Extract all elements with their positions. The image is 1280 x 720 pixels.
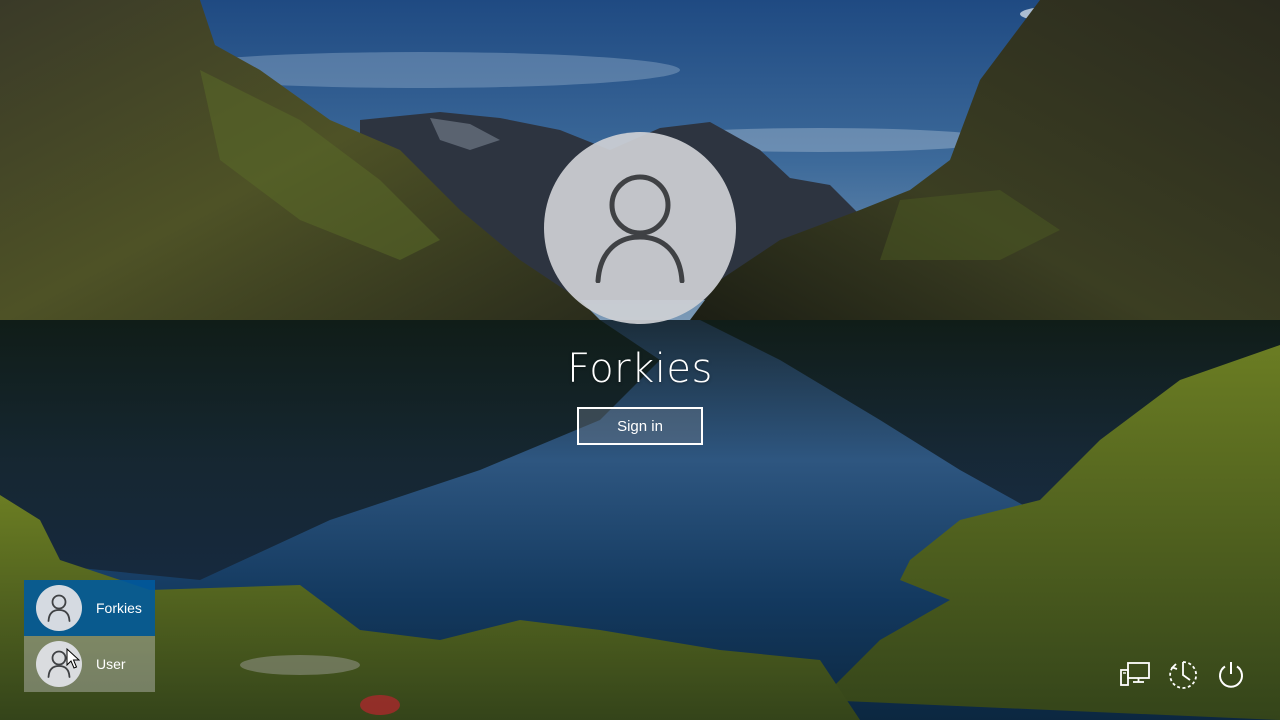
user-avatar-small — [36, 585, 82, 631]
ease-of-access-button[interactable] — [1166, 658, 1200, 692]
user-list-name: Forkies — [96, 600, 142, 616]
power-icon — [1219, 662, 1243, 688]
network-icon — [1120, 662, 1150, 686]
network-button[interactable] — [1118, 658, 1152, 692]
sign-in-button[interactable]: Sign in — [577, 407, 703, 445]
ease-of-access-icon — [1169, 661, 1198, 689]
username-label: Forkies — [567, 346, 713, 392]
user-silhouette-icon — [595, 174, 685, 283]
user-silhouette-icon — [47, 594, 71, 622]
login-panel: Forkies Sign in — [440, 130, 840, 460]
power-button[interactable] — [1214, 658, 1248, 692]
user-list-item-forkies[interactable]: Forkies — [24, 580, 155, 636]
user-list-name: User — [96, 656, 126, 672]
user-avatar-large — [544, 132, 736, 324]
mouse-cursor-icon — [66, 648, 80, 669]
lock-screen: Forkies Sign in Forkies User — [0, 0, 1280, 720]
user-switcher-list: Forkies User — [24, 580, 155, 692]
user-list-item-user[interactable]: User — [24, 636, 155, 692]
